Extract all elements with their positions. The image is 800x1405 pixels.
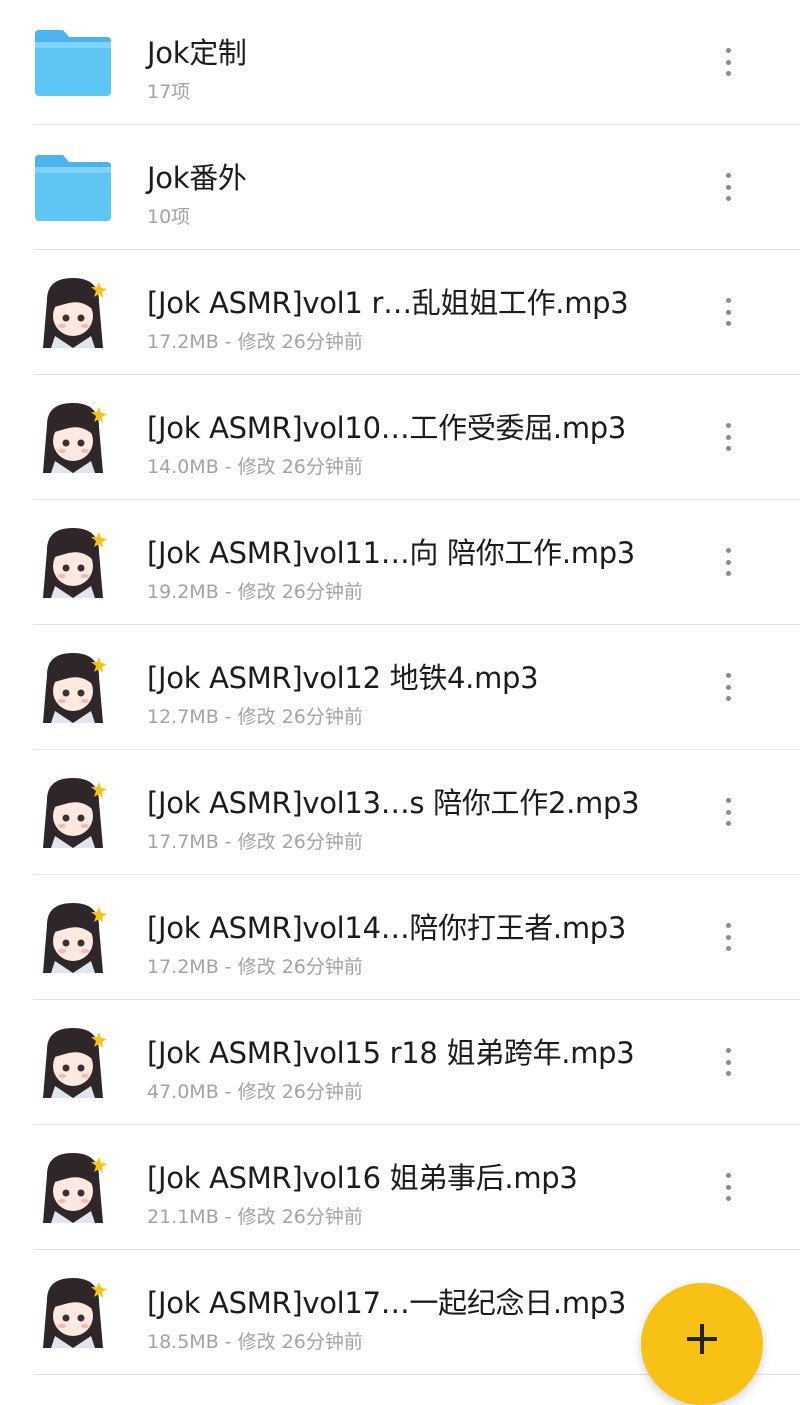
item-meta: 21.1MB - 修改 26分钟前 bbox=[147, 1206, 363, 1228]
plus-icon bbox=[687, 1324, 717, 1354]
item-title: [Jok ASMR]vol16 姐弟事后.mp3 bbox=[147, 1161, 578, 1195]
item-title: [Jok ASMR]vol15 r18 姐弟跨年.mp3 bbox=[147, 1036, 635, 1070]
folder-icon bbox=[33, 26, 113, 98]
item-meta: 17.7MB - 修改 26分钟前 bbox=[147, 831, 363, 853]
item-title: [Jok ASMR]vol1 r…乱姐姐工作.mp3 bbox=[147, 286, 629, 320]
file-row[interactable]: [Jok ASMR]vol12 地铁4.mp3 12.7MB - 修改 26分钟前 bbox=[33, 625, 800, 750]
item-title: [Jok ASMR]vol13…s 陪你工作2.mp3 bbox=[147, 786, 640, 820]
add-fab-button[interactable] bbox=[641, 1283, 763, 1405]
file-row[interactable]: [Jok ASMR]vol10…工作受委屈.mp3 14.0MB - 修改 26分… bbox=[33, 375, 800, 500]
item-title: [Jok ASMR]vol12 地铁4.mp3 bbox=[147, 661, 539, 695]
folder-row[interactable]: Jok番外 10项 bbox=[33, 125, 800, 250]
item-title: [Jok ASMR]vol17…一起纪念日.mp3 bbox=[147, 1286, 627, 1320]
file-row[interactable]: [Jok ASMR]vol14…陪你打王者.mp3 17.2MB - 修改 26分… bbox=[33, 875, 800, 1000]
audio-cover-thumbnail bbox=[33, 901, 113, 973]
audio-cover-thumbnail bbox=[33, 776, 113, 848]
more-vertical-icon[interactable] bbox=[713, 665, 743, 709]
file-row[interactable]: [Jok ASMR]vol13…s 陪你工作2.mp3 17.7MB - 修改 2… bbox=[33, 750, 800, 875]
item-meta: 47.0MB - 修改 26分钟前 bbox=[147, 1081, 363, 1103]
item-meta: 18.5MB - 修改 26分钟前 bbox=[147, 1331, 363, 1353]
more-vertical-icon[interactable] bbox=[713, 915, 743, 959]
file-row[interactable]: [Jok ASMR]vol11…向 陪你工作.mp3 19.2MB - 修改 26… bbox=[33, 500, 800, 625]
item-meta: 17.2MB - 修改 26分钟前 bbox=[147, 331, 363, 353]
audio-cover-thumbnail bbox=[33, 1276, 113, 1348]
file-row[interactable]: [Jok ASMR]vol15 r18 姐弟跨年.mp3 47.0MB - 修改 … bbox=[33, 1000, 800, 1125]
item-meta: 14.0MB - 修改 26分钟前 bbox=[147, 456, 363, 478]
audio-cover-thumbnail bbox=[33, 401, 113, 473]
file-row[interactable]: [Jok ASMR]vol16 姐弟事后.mp3 21.1MB - 修改 26分钟… bbox=[33, 1125, 800, 1250]
item-title: [Jok ASMR]vol14…陪你打王者.mp3 bbox=[147, 911, 627, 945]
item-meta: 10项 bbox=[147, 206, 191, 228]
audio-cover-thumbnail bbox=[33, 276, 113, 348]
more-vertical-icon[interactable] bbox=[713, 790, 743, 834]
audio-cover-thumbnail bbox=[33, 1151, 113, 1223]
folder-row[interactable]: Jok定制 17项 bbox=[33, 0, 800, 125]
item-title: [Jok ASMR]vol11…向 陪你工作.mp3 bbox=[147, 536, 635, 570]
more-vertical-icon[interactable] bbox=[713, 415, 743, 459]
file-row[interactable]: [Jok ASMR]vol1 r…乱姐姐工作.mp3 17.2MB - 修改 26… bbox=[33, 250, 800, 375]
file-list: Jok定制 17项 Jok番外 10项 [Jok ASMR]vol1 r…乱姐姐工作… bbox=[0, 0, 800, 1375]
audio-cover-thumbnail bbox=[33, 651, 113, 723]
item-meta: 19.2MB - 修改 26分钟前 bbox=[147, 581, 363, 603]
item-meta: 17项 bbox=[147, 81, 191, 103]
item-title: Jok定制 bbox=[147, 36, 247, 70]
audio-cover-thumbnail bbox=[33, 526, 113, 598]
more-vertical-icon[interactable] bbox=[713, 1040, 743, 1084]
item-meta: 17.2MB - 修改 26分钟前 bbox=[147, 956, 363, 978]
more-vertical-icon[interactable] bbox=[713, 540, 743, 584]
item-title: [Jok ASMR]vol10…工作受委屈.mp3 bbox=[147, 411, 627, 445]
more-vertical-icon[interactable] bbox=[713, 165, 743, 209]
audio-cover-thumbnail bbox=[33, 1026, 113, 1098]
more-vertical-icon[interactable] bbox=[713, 40, 743, 84]
item-title: Jok番外 bbox=[147, 161, 247, 195]
item-meta: 12.7MB - 修改 26分钟前 bbox=[147, 706, 363, 728]
more-vertical-icon[interactable] bbox=[713, 290, 743, 334]
folder-icon bbox=[33, 151, 113, 223]
more-vertical-icon[interactable] bbox=[713, 1165, 743, 1209]
